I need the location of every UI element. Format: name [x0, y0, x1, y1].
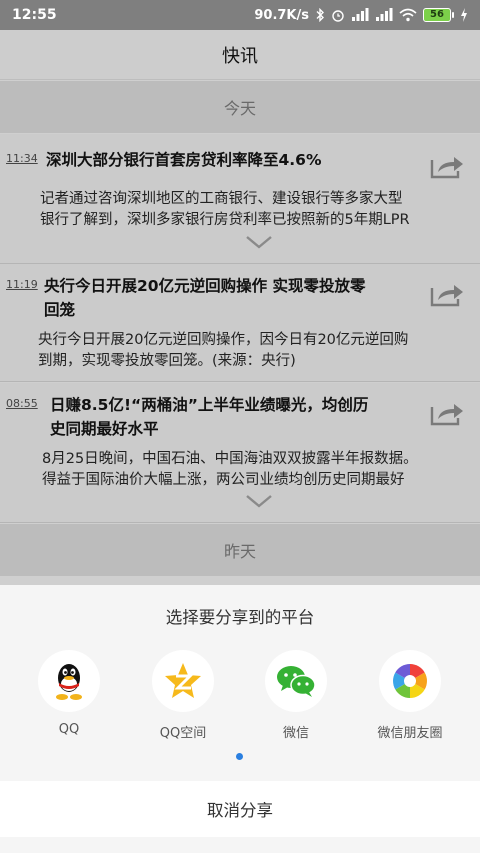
news-title-line1[interactable]: 央行今日开展20亿元逆回购操作 实现零投放零: [44, 274, 365, 298]
news-item[interactable]: 11:34 深圳大部分银行首套房贷利率降至4.6% 记者通过咨询深圳地区的工商银…: [0, 134, 480, 264]
share-moments-label: 微信朋友圈: [377, 726, 443, 741]
network-speed: 90.7K/s: [254, 7, 309, 23]
battery-level: 56: [423, 8, 451, 22]
alarm-icon: [332, 10, 344, 22]
cancel-share-button[interactable]: 取消分享: [0, 781, 480, 837]
section-today: 今天: [0, 81, 480, 133]
share-qzone-label: QQ空间: [159, 726, 207, 741]
share-moments-button[interactable]: 微信朋友圈: [360, 650, 460, 741]
news-time: 11:19: [6, 278, 38, 291]
share-sheet-title: 选择要分享到的平台: [165, 608, 315, 627]
moments-icon[interactable]: [379, 650, 441, 712]
news-time: 11:34: [6, 152, 38, 165]
news-summary-line1: 8月25日晚间，中国石油、中国海油双双披露半年报数据。: [42, 451, 418, 467]
wifi-icon: [399, 8, 417, 22]
news-title-line1[interactable]: 日赚8.5亿!“两桶油”上半年业绩曝光，均创历: [50, 393, 368, 417]
chevron-down-icon[interactable]: [245, 235, 273, 249]
share-icon[interactable]: [428, 152, 466, 180]
news-time: 08:55: [6, 397, 38, 410]
qq-icon[interactable]: [38, 650, 100, 712]
page-title: 快讯: [0, 30, 480, 80]
status-bar: 12:55 90.7K/s 56: [0, 0, 480, 30]
bluetooth-icon: [316, 8, 324, 22]
share-wechat-label: 微信: [282, 726, 309, 741]
news-summary-line2: 得益于国际油价大幅上涨，两公司业绩均创历史同期最好: [42, 472, 405, 488]
signal-icon-1: [352, 8, 369, 21]
news-title[interactable]: 深圳大部分银行首套房贷利率降至4.6%: [46, 148, 322, 172]
share-wechat-button[interactable]: 微信: [246, 650, 346, 741]
news-summary-line1: 记者通过咨询深圳地区的工商银行、建设银行等多家大型: [40, 191, 403, 207]
charging-icon: [461, 8, 467, 22]
qzone-icon[interactable]: [152, 650, 214, 712]
news-summary-line2: 银行了解到，深圳多家银行房贷利率已按照新的5年期LPR: [40, 212, 410, 228]
section-yesterday: 昨天: [0, 524, 480, 576]
wechat-icon[interactable]: [265, 650, 327, 712]
news-summary-line1: 央行今日开展20亿元逆回购操作，因今日有20亿元逆回购: [38, 332, 409, 348]
share-qq-label: QQ: [58, 722, 80, 737]
news-summary-line2: 到期，实现零投放零回笼。(来源：央行): [38, 353, 296, 369]
status-time: 12:55: [12, 7, 57, 23]
news-item[interactable]: 08:55 日赚8.5亿!“两桶油”上半年业绩曝光，均创历 史同期最好水平 8月…: [0, 383, 480, 523]
signal-icon-2: [376, 8, 393, 21]
news-item[interactable]: 11:19 央行今日开展20亿元逆回购操作 实现零投放零 回笼 央行今日开展20…: [0, 264, 480, 382]
chevron-down-icon[interactable]: [245, 494, 273, 508]
share-qq-button[interactable]: QQ: [19, 650, 119, 737]
page-indicator-dot: [236, 753, 243, 760]
news-title-line2[interactable]: 回笼: [44, 298, 75, 322]
share-icon[interactable]: [428, 399, 466, 427]
share-sheet: 选择要分享到的平台 QQ QQ空间 微信 微信朋友圈 取消分享: [0, 585, 480, 853]
share-icon[interactable]: [428, 280, 466, 308]
battery-icon: 56: [423, 8, 454, 22]
share-qzone-button[interactable]: QQ空间: [133, 650, 233, 741]
news-title-line2[interactable]: 史同期最好水平: [50, 417, 159, 441]
